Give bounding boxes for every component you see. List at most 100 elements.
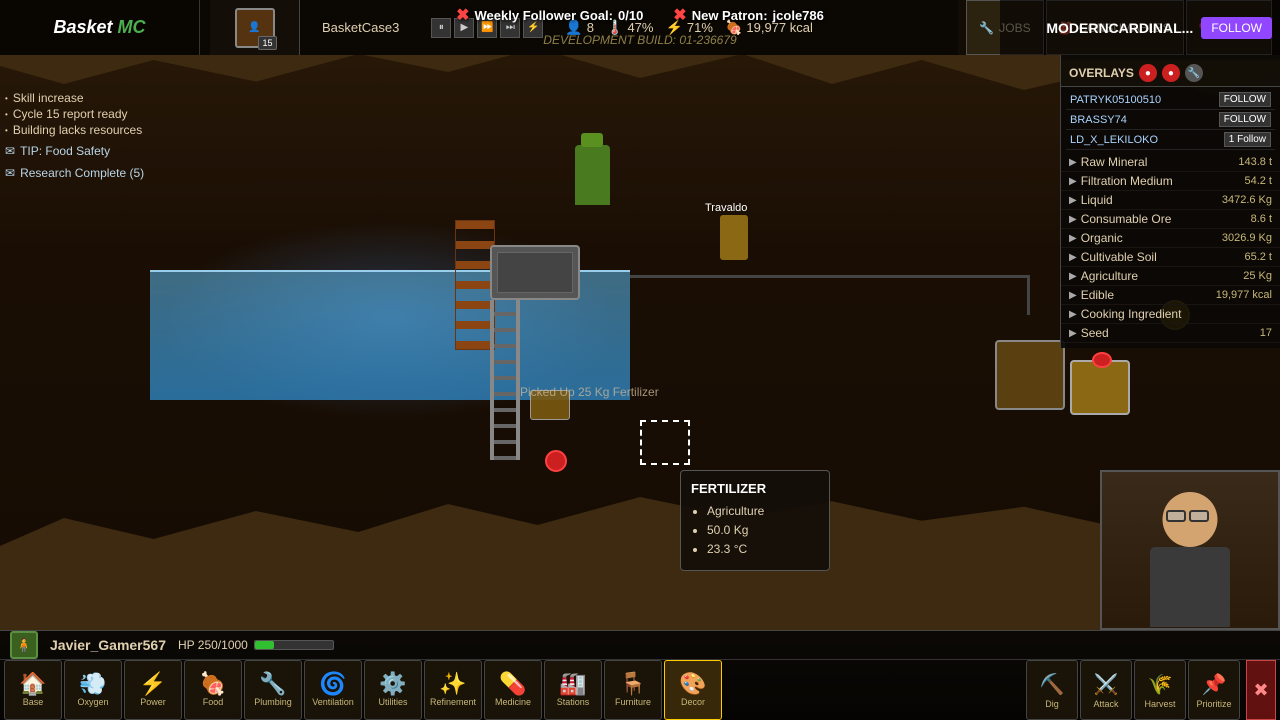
notif-text: Building lacks resources: [13, 123, 142, 137]
inventory-category[interactable]: ▶ Cultivable Soil 65.2 t: [1061, 248, 1280, 267]
tooltip-property: 23.3 °C: [707, 540, 819, 559]
inventory-panel: OVERLAYS ● ● 🔧 PATRYK05100510 FOLLOW BRA…: [1060, 55, 1280, 348]
category-label: Filtration Medium: [1081, 174, 1173, 188]
tool-slot-food[interactable]: 🍖 Food: [184, 660, 242, 720]
action-btn-harvest[interactable]: 🌾 Harvest: [1134, 660, 1186, 720]
glass-lens-left: [1166, 510, 1186, 522]
tooltip-property: Agriculture: [707, 502, 819, 521]
streamer-follow-2[interactable]: FOLLOW: [1219, 112, 1271, 127]
action-btn-prioritize[interactable]: 📌 Prioritize: [1188, 660, 1240, 720]
streamers-list: PATRYK05100510 FOLLOW BRASSY74 FOLLOW LD…: [1061, 87, 1280, 153]
follow-main-button[interactable]: FOLLOW: [1201, 17, 1272, 39]
tool-label-medicine: Medicine: [495, 697, 531, 707]
inventory-category[interactable]: ▶ Agriculture 25 Kg: [1061, 267, 1280, 286]
close-icon: ✖: [1253, 680, 1268, 701]
arrow-icon: ▶: [1069, 233, 1077, 244]
twitch-name-bar: MODERNCARDINAL... FOLLOW: [1000, 0, 1280, 55]
inventory-category[interactable]: ▶ Filtration Medium 54.2 t: [1061, 172, 1280, 191]
action-btn-dig[interactable]: ⛏️ Dig: [1026, 660, 1078, 720]
tool-slot-oxygen[interactable]: 💨 Oxygen: [64, 660, 122, 720]
action-buttons: ⛏️ Dig ⚔️ Attack 🌾 Harvest 📌 Prioritize: [1022, 660, 1244, 720]
category-label: Liquid: [1081, 193, 1113, 207]
notification-item: •Building lacks resources: [5, 122, 205, 138]
inventory-category[interactable]: ▶ Edible 19,977 kcal: [1061, 286, 1280, 305]
bottom-bar: 🧍 Javier_Gamer567 HP 250/1000 🏠 Base 💨 O…: [0, 630, 1280, 720]
tool-icon-refinement: ✨: [439, 673, 466, 695]
action-label-attack: Attack: [1093, 699, 1118, 709]
inventory-category[interactable]: ▶ Raw Mineral 143.8 t: [1061, 153, 1280, 172]
stream-banner: ✖ Weekly Follower Goal: 0/10 ✖ New Patro…: [436, 0, 844, 30]
tool-slot-plumbing[interactable]: 🔧 Plumbing: [244, 660, 302, 720]
overlay-gray-1[interactable]: 🔧: [1185, 64, 1203, 82]
notif-text: Skill increase: [13, 91, 84, 105]
category-name: ▶ Filtration Medium: [1069, 174, 1173, 188]
player-username: Javier_Gamer567: [50, 637, 166, 653]
tip-text: TIP: Food Safety: [20, 144, 110, 158]
hp-section: HP 250/1000: [178, 638, 334, 652]
streamer-name-3[interactable]: LD_X_LEKILOKO: [1070, 134, 1158, 146]
category-value: 3472.6 Kg: [1222, 194, 1272, 206]
category-name: ▶ Organic: [1069, 231, 1123, 245]
tool-slot-power[interactable]: ⚡ Power: [124, 660, 182, 720]
robot-green-character: [575, 145, 610, 205]
tool-label-furniture: Furniture: [615, 697, 651, 707]
streamer-follow-3[interactable]: 1 Follow: [1224, 132, 1271, 147]
streamer-logo: Basket MC: [53, 17, 145, 38]
streamer-row-1: PATRYK05100510 FOLLOW: [1066, 90, 1275, 110]
notif-text: Cycle 15 report ready: [13, 107, 128, 121]
category-name: ▶ Liquid: [1069, 193, 1113, 207]
category-name: ▶ Agriculture: [1069, 269, 1138, 283]
tool-icon-furniture: 🪑: [619, 673, 646, 695]
action-btn-attack[interactable]: ⚔️ Attack: [1080, 660, 1132, 720]
tool-slot-medicine[interactable]: 💊 Medicine: [484, 660, 542, 720]
player-avatar-small: 🧍: [10, 631, 38, 659]
tool-icon-medicine: 💊: [499, 673, 526, 695]
arrow-icon: ▶: [1069, 309, 1077, 320]
tool-label-refinement: Refinement: [430, 697, 476, 707]
category-value: 54.2 t: [1244, 175, 1272, 187]
hp-bar: [255, 641, 275, 649]
hp-label: HP 250/1000: [178, 638, 248, 652]
tip-icon: ✉: [5, 166, 15, 180]
category-name: ▶ Consumable Ore: [1069, 212, 1171, 226]
tool-icon-stations: 🏭: [559, 673, 586, 695]
inventory-category[interactable]: ▶ Liquid 3472.6 Kg: [1061, 191, 1280, 210]
category-label: Raw Mineral: [1081, 155, 1148, 169]
tool-icon-decor: 🎨: [679, 673, 706, 695]
category-name: ▶ Cultivable Soil: [1069, 250, 1157, 264]
notification-item: •Cycle 15 report ready: [5, 106, 205, 122]
category-value: 17: [1260, 327, 1272, 339]
inventory-category[interactable]: ▶ Seed 17: [1061, 324, 1280, 343]
close-button[interactable]: ✖: [1246, 660, 1276, 720]
tool-slot-refinement[interactable]: ✨ Refinement: [424, 660, 482, 720]
streamer-name-1[interactable]: PATRYK05100510: [1070, 94, 1161, 106]
streamer-main-name: MODERNCARDINAL...: [1046, 20, 1193, 36]
tool-icon-power: ⚡: [139, 673, 166, 695]
toolbar-tools: 🏠 Base 💨 Oxygen ⚡ Power 🍖 Food 🔧 Plumbin…: [4, 660, 722, 720]
inventory-category[interactable]: ▶ Cooking Ingredient: [1061, 305, 1280, 324]
overlay-red-1[interactable]: ●: [1139, 64, 1157, 82]
pipe-network: [630, 275, 1030, 315]
tool-slot-ventilation[interactable]: 🌀 Ventilation: [304, 660, 362, 720]
inventory-category[interactable]: ▶ Consumable Ore 8.6 t: [1061, 210, 1280, 229]
player-avatar: 👤 15: [235, 8, 275, 48]
scaffold-structure: [455, 220, 495, 350]
tool-slot-furniture[interactable]: 🪑 Furniture: [604, 660, 662, 720]
inventory-category[interactable]: ▶ Organic 3026.9 Kg: [1061, 229, 1280, 248]
streamer-name-2[interactable]: BRASSY74: [1070, 114, 1127, 126]
notifications-panel: •Skill increase•Cycle 15 report ready•Bu…: [5, 90, 205, 182]
notification-item: •Skill increase: [5, 90, 205, 106]
tool-slot-base[interactable]: 🏠 Base: [4, 660, 62, 720]
tool-label-food: Food: [203, 697, 224, 707]
fertilizer-ground-item[interactable]: [530, 390, 570, 420]
category-value: 25 Kg: [1243, 270, 1272, 282]
overlay-red-2[interactable]: ●: [1162, 64, 1180, 82]
category-label: Agriculture: [1081, 269, 1138, 283]
tool-slot-decor[interactable]: 🎨 Decor: [664, 660, 722, 720]
tool-slot-stations[interactable]: 🏭 Stations: [544, 660, 602, 720]
webcam-person: [1102, 472, 1278, 628]
new-patron: ✖ New Patron: jcole786: [673, 5, 824, 25]
streamer-follow-1[interactable]: FOLLOW: [1219, 92, 1271, 107]
tool-slot-utilities[interactable]: ⚙️ Utilities: [364, 660, 422, 720]
action-label-harvest: Harvest: [1144, 699, 1175, 709]
